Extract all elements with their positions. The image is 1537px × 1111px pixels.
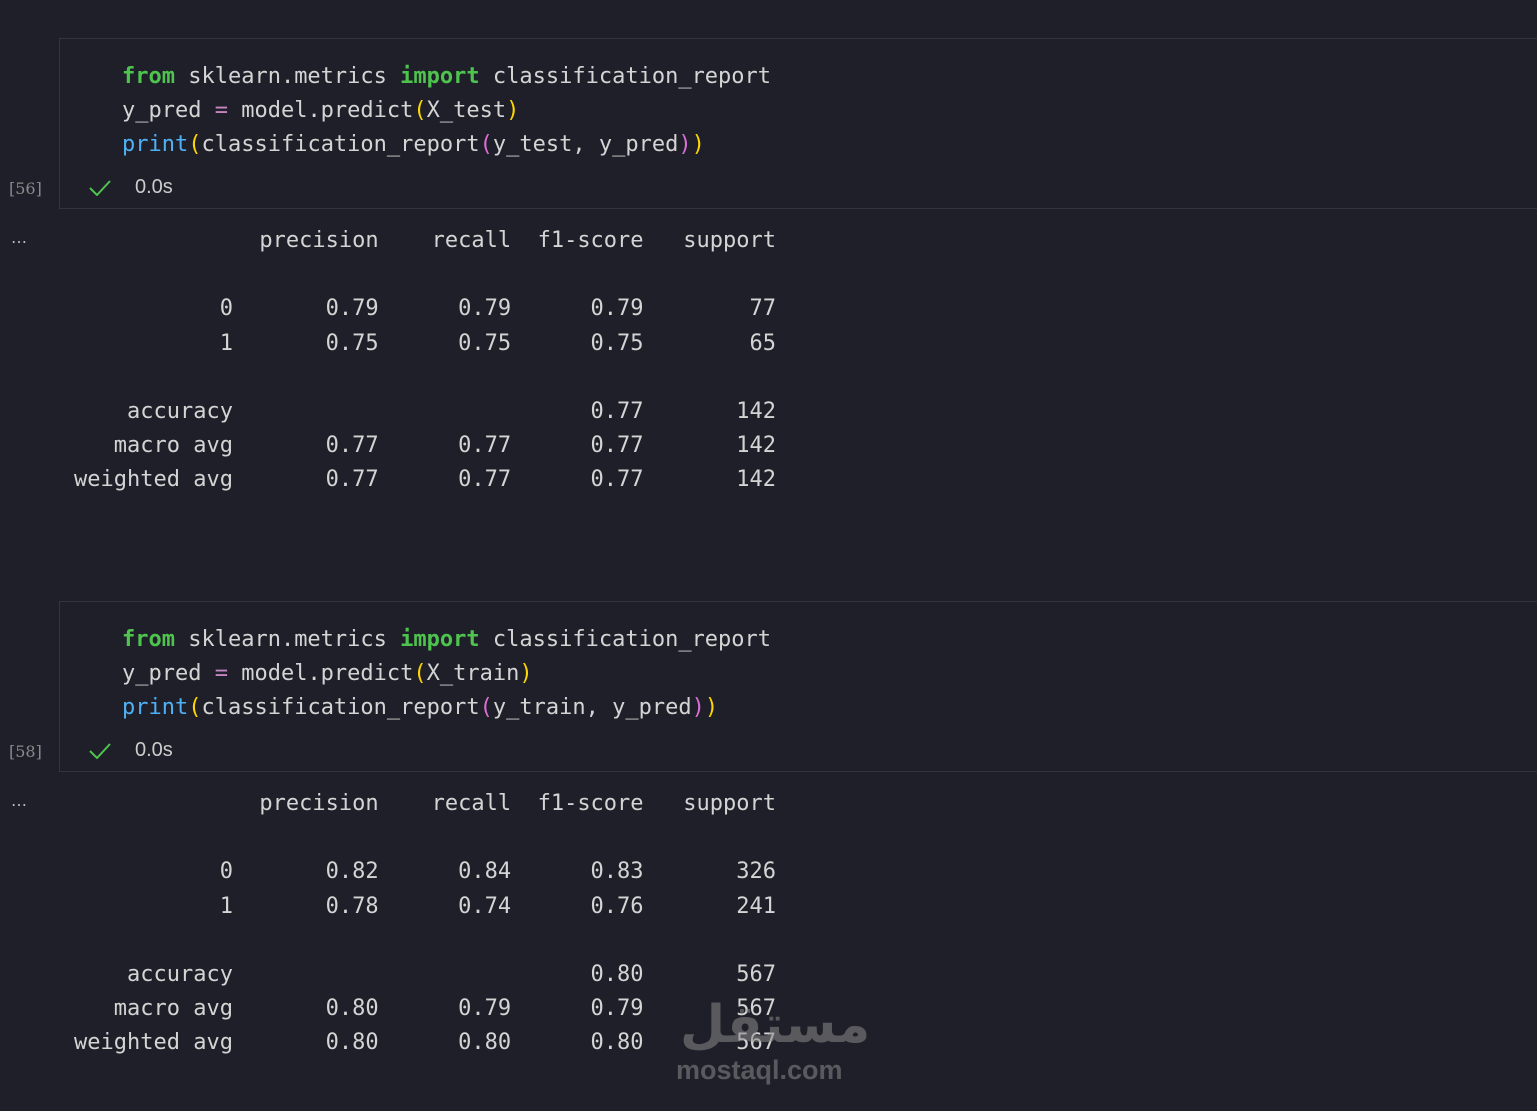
watermark-latin-text: mostaql.com (676, 1055, 843, 1085)
code-token: sklearn.metrics (174, 64, 401, 89)
code-token: print (122, 695, 189, 720)
code-token: classification_report (201, 132, 480, 157)
code-token: ) (678, 132, 692, 157)
code-line[interactable]: print(classification_report(y_train, y_p… (122, 691, 771, 725)
output-more-icon[interactable]: … (11, 791, 28, 810)
code-token: y_train, y_pred (492, 695, 692, 720)
code-token: = (214, 98, 228, 123)
code-token: ( (413, 98, 427, 123)
success-check-icon (89, 743, 111, 759)
code-token: import (400, 627, 480, 652)
execution-count: [58] (9, 742, 42, 761)
code-token: X_test (426, 98, 507, 123)
code-token: ) (519, 661, 533, 686)
success-check-icon (89, 180, 111, 196)
code-token: print (122, 132, 189, 157)
code-editor[interactable]: from sklearn.metrics import classificati… (122, 623, 771, 725)
code-token: ( (188, 695, 202, 720)
code-token: ) (691, 695, 705, 720)
code-token: from (122, 627, 175, 652)
code-token: ) (704, 695, 719, 720)
code-token: ( (479, 695, 493, 720)
code-token: classification_report (201, 695, 480, 720)
code-token: from (122, 64, 175, 89)
code-token: ( (413, 661, 427, 686)
code-cell-58[interactable]: from sklearn.metrics import classificati… (59, 601, 1537, 772)
code-token: ( (479, 132, 493, 157)
code-cell-56[interactable]: from sklearn.metrics import classificati… (59, 38, 1537, 209)
code-token: X_train (426, 661, 520, 686)
code-line[interactable]: print(classification_report(y_test, y_pr… (122, 128, 771, 162)
code-line[interactable]: from sklearn.metrics import classificati… (122, 60, 771, 94)
code-token: model.predict (227, 661, 414, 686)
code-token: classification_report (479, 627, 772, 652)
code-token: = (214, 661, 228, 686)
mostaql-watermark: مستقل mostaql.com (672, 995, 871, 1090)
code-token: y_pred (122, 661, 215, 686)
cell-output: precision recall f1-score support 0 0.79… (74, 228, 776, 493)
code-token: classification_report (479, 64, 772, 89)
execution-time: 0.0s (135, 176, 173, 198)
code-editor[interactable]: from sklearn.metrics import classificati… (122, 60, 771, 162)
execution-count: [56] (9, 179, 42, 198)
code-line[interactable]: y_pred = model.predict(X_test) (122, 94, 771, 128)
code-token: model.predict (227, 98, 414, 123)
code-token: ) (691, 132, 705, 157)
code-token: y_test, y_pred (492, 132, 679, 157)
output-more-icon[interactable]: … (11, 228, 28, 247)
code-token: sklearn.metrics (174, 627, 401, 652)
code-token: y_pred (122, 98, 215, 123)
code-token: import (400, 64, 480, 89)
cell-output: precision recall f1-score support 0 0.82… (74, 791, 776, 1056)
code-line[interactable]: y_pred = model.predict(X_train) (122, 657, 771, 691)
execution-time: 0.0s (135, 739, 173, 761)
watermark-arabic-text: مستقل (680, 995, 871, 1055)
code-token: ) (506, 98, 520, 123)
code-token: ( (188, 132, 202, 157)
code-line[interactable]: from sklearn.metrics import classificati… (122, 623, 771, 657)
